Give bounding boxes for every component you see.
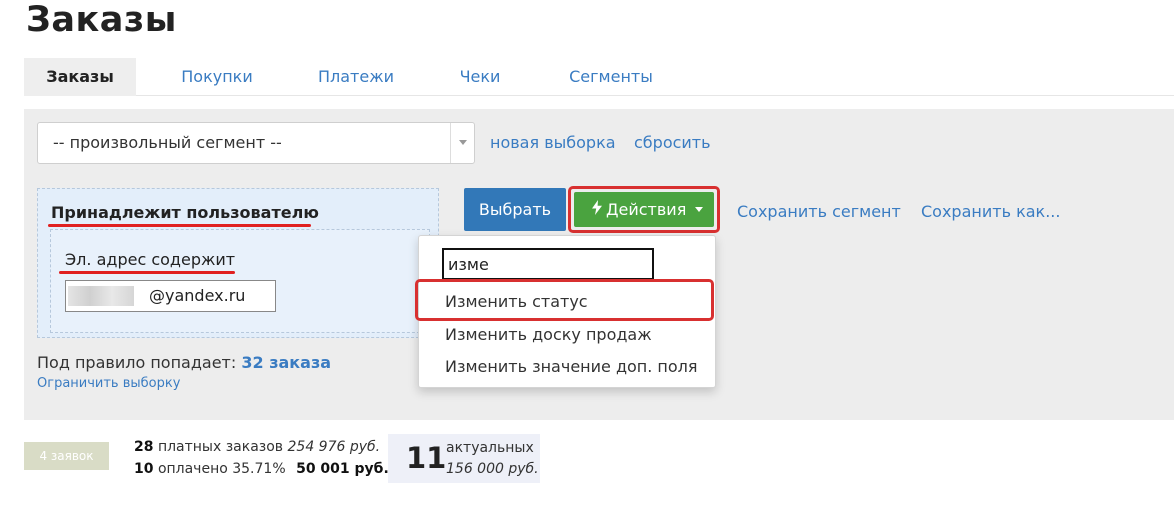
menu-item-change-board[interactable]: Изменить доску продаж (445, 325, 652, 344)
segment-select-toggle[interactable] (450, 123, 474, 163)
limit-selection-link[interactable]: Ограничить выборку (37, 376, 180, 391)
actions-dropdown: Изменить статус Изменить доску продаж Из… (415, 235, 716, 388)
rule-count: Под правило попадает: 32 заказа (37, 353, 331, 372)
paid-orders-label: платных заказов (157, 439, 284, 455)
rule-title: Принадлежит пользователю (51, 203, 319, 222)
redacted-text (68, 286, 134, 306)
tab-segments[interactable]: Сегменты (560, 58, 662, 96)
paid-orders-stat: 28 платных заказов 254 976 руб. (134, 439, 380, 455)
paid-stat: 10 оплачено 35.71% 50 001 руб. (134, 461, 389, 477)
rule-title-annotation (48, 224, 311, 227)
tab-purchases[interactable]: Покупки (167, 58, 267, 96)
actual-orders-box[interactable]: 11 актуальных 156 000 руб. (388, 434, 540, 483)
tab-payments[interactable]: Платежи (306, 58, 406, 96)
actions-search-input[interactable] (442, 248, 654, 280)
reset-link[interactable]: сбросить (634, 133, 711, 152)
email-field-value: @yandex.ru (149, 286, 246, 305)
paid-sum: 50 001 руб. (296, 461, 389, 477)
tab-receipts[interactable]: Чеки (444, 58, 516, 96)
actions-button-label: Действия (606, 200, 687, 219)
rule-group: Принадлежит пользователю Эл. адрес содер… (37, 188, 439, 338)
paid-orders-sum: 254 976 руб. (287, 439, 381, 455)
actual-label: актуальных (446, 440, 534, 456)
chevron-down-icon (459, 140, 467, 145)
menu-item-change-status[interactable]: Изменить статус (445, 292, 588, 311)
tab-orders[interactable]: Заказы (24, 58, 136, 96)
leads-badge[interactable]: 4 заявок (24, 442, 109, 470)
tabs-bar: Заказы Покупки Платежи Чеки Сегменты (24, 58, 1174, 96)
segment-select-value: -- произвольный сегмент -- (53, 133, 282, 152)
page-title: Заказы (26, 0, 177, 40)
actual-count: 11 (406, 441, 447, 475)
actual-sum: 156 000 руб. (446, 461, 539, 477)
condition-label-annotation (59, 271, 235, 274)
lightning-icon (592, 192, 602, 227)
select-button[interactable]: Выбрать (464, 188, 566, 231)
condition-label: Эл. адрес содержит (65, 250, 236, 269)
save-as-link[interactable]: Сохранить как... (921, 202, 1060, 221)
email-field[interactable]: @yandex.ru (65, 280, 276, 312)
new-selection-link[interactable]: новая выборка (490, 133, 616, 152)
rule-count-prefix: Под правило попадает: (37, 353, 237, 372)
paid-orders-count: 28 (134, 439, 154, 455)
rule-count-value[interactable]: 32 заказа (241, 353, 331, 372)
caret-down-icon (695, 207, 703, 212)
menu-item-change-field[interactable]: Изменить значение доп. поля (445, 357, 698, 376)
rule-condition: Эл. адрес содержит @yandex.ru (50, 229, 430, 333)
summary-bar: 4 заявок 28 платных заказов 254 976 руб.… (24, 434, 924, 494)
save-segment-link[interactable]: Сохранить сегмент (737, 202, 901, 221)
actions-search-field[interactable] (444, 250, 652, 278)
paid-count: 10 (134, 461, 154, 477)
segment-select[interactable]: -- произвольный сегмент -- (37, 122, 475, 164)
paid-label: оплачено 35.71% (157, 461, 286, 477)
actions-button[interactable]: Действия (574, 192, 714, 227)
